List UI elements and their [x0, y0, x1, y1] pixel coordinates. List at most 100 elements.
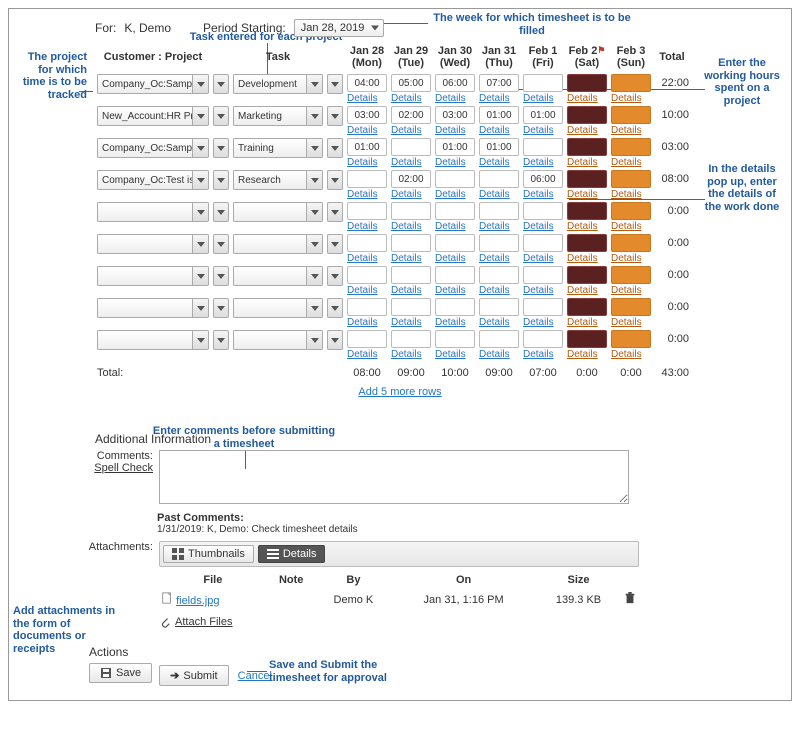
details-link[interactable]: Details — [435, 93, 475, 104]
details-link[interactable]: Details — [567, 157, 607, 168]
hours-input[interactable] — [567, 330, 607, 348]
hours-input[interactable] — [479, 202, 519, 220]
attach-files-link[interactable]: Attach Files — [159, 616, 232, 628]
details-link[interactable]: Details — [347, 93, 387, 104]
details-link[interactable]: Details — [435, 317, 475, 328]
hours-input[interactable]: 01:00 — [523, 106, 563, 124]
hours-input[interactable]: 03:00 — [347, 106, 387, 124]
details-link[interactable]: Details — [391, 221, 431, 232]
project-select[interactable] — [97, 330, 209, 350]
details-link[interactable]: Details — [347, 253, 387, 264]
task-select[interactable]: Development — [233, 74, 323, 94]
hours-input[interactable] — [479, 330, 519, 348]
hours-input[interactable]: 02:00 — [391, 170, 431, 188]
hours-input[interactable] — [391, 266, 431, 284]
hours-input[interactable] — [479, 266, 519, 284]
details-link[interactable]: Details — [435, 221, 475, 232]
hours-input[interactable] — [611, 266, 651, 284]
hours-input[interactable] — [435, 330, 475, 348]
hours-input[interactable] — [567, 202, 607, 220]
details-link[interactable]: Details — [435, 253, 475, 264]
details-link[interactable]: Details — [611, 125, 651, 136]
hours-input[interactable] — [391, 202, 431, 220]
task-select[interactable]: Training — [233, 138, 323, 158]
details-link[interactable]: Details — [347, 285, 387, 296]
task-sub-select[interactable] — [327, 202, 343, 222]
details-link[interactable]: Details — [435, 125, 475, 136]
hours-input[interactable] — [567, 298, 607, 316]
project-select[interactable] — [97, 234, 209, 254]
task-sub-select[interactable] — [327, 106, 343, 126]
project-sub-select[interactable] — [213, 298, 229, 318]
project-select[interactable] — [97, 298, 209, 318]
details-link[interactable]: Details — [479, 253, 519, 264]
attachment-file-link[interactable]: fields.jpg — [176, 595, 219, 607]
hours-input[interactable] — [611, 170, 651, 188]
hours-input[interactable] — [347, 330, 387, 348]
hours-input[interactable] — [479, 298, 519, 316]
project-select[interactable]: Company_Oc:Sample... — [97, 74, 209, 94]
save-button[interactable]: Save — [89, 663, 152, 683]
details-link[interactable]: Details — [523, 93, 563, 104]
hours-input[interactable]: 03:00 — [435, 106, 475, 124]
hours-input[interactable] — [523, 298, 563, 316]
hours-input[interactable] — [611, 106, 651, 124]
project-sub-select[interactable] — [213, 106, 229, 126]
details-link[interactable]: Details — [479, 93, 519, 104]
project-select[interactable] — [97, 202, 209, 222]
details-link[interactable]: Details — [347, 221, 387, 232]
details-link[interactable]: Details — [611, 285, 651, 296]
details-link[interactable]: Details — [347, 189, 387, 200]
details-link[interactable]: Details — [347, 125, 387, 136]
hours-input[interactable] — [347, 266, 387, 284]
details-link[interactable]: Details — [611, 157, 651, 168]
hours-input[interactable]: 07:00 — [479, 74, 519, 92]
details-link[interactable]: Details — [567, 317, 607, 328]
details-link[interactable]: Details — [523, 317, 563, 328]
hours-input[interactable] — [567, 74, 607, 92]
task-sub-select[interactable] — [327, 266, 343, 286]
hours-input[interactable] — [567, 138, 607, 156]
hours-input[interactable] — [479, 170, 519, 188]
details-link[interactable]: Details — [479, 221, 519, 232]
task-select[interactable] — [233, 330, 323, 350]
task-sub-select[interactable] — [327, 330, 343, 350]
hours-input[interactable] — [391, 138, 431, 156]
period-select[interactable]: Jan 28, 2019 — [294, 19, 384, 37]
task-select[interactable]: Research — [233, 170, 323, 190]
details-link[interactable]: Details — [435, 349, 475, 360]
details-link[interactable]: Details — [611, 221, 651, 232]
hours-input[interactable]: 02:00 — [391, 106, 431, 124]
hours-input[interactable] — [347, 170, 387, 188]
hours-input[interactable] — [479, 234, 519, 252]
hours-input[interactable] — [435, 170, 475, 188]
details-link[interactable]: Details — [567, 285, 607, 296]
hours-input[interactable] — [523, 138, 563, 156]
hours-input[interactable] — [611, 330, 651, 348]
hours-input[interactable] — [611, 74, 651, 92]
hours-input[interactable] — [347, 202, 387, 220]
hours-input[interactable] — [435, 234, 475, 252]
hours-input[interactable] — [567, 106, 607, 124]
hours-input[interactable] — [611, 202, 651, 220]
details-link[interactable]: Details — [523, 125, 563, 136]
hours-input[interactable] — [611, 298, 651, 316]
task-sub-select[interactable] — [327, 298, 343, 318]
project-sub-select[interactable] — [213, 138, 229, 158]
details-link[interactable]: Details — [347, 317, 387, 328]
hours-input[interactable] — [347, 298, 387, 316]
details-link[interactable]: Details — [479, 285, 519, 296]
comments-textarea[interactable] — [159, 450, 629, 504]
details-link[interactable]: Details — [523, 253, 563, 264]
details-link[interactable]: Details — [391, 157, 431, 168]
details-link[interactable]: Details — [567, 189, 607, 200]
details-link[interactable]: Details — [391, 285, 431, 296]
details-link[interactable]: Details — [347, 157, 387, 168]
hours-input[interactable]: 01:00 — [479, 106, 519, 124]
hours-input[interactable]: 06:00 — [435, 74, 475, 92]
project-sub-select[interactable] — [213, 266, 229, 286]
hours-input[interactable] — [523, 266, 563, 284]
details-link[interactable]: Details — [347, 349, 387, 360]
hours-input[interactable] — [435, 202, 475, 220]
details-link[interactable]: Details — [391, 253, 431, 264]
